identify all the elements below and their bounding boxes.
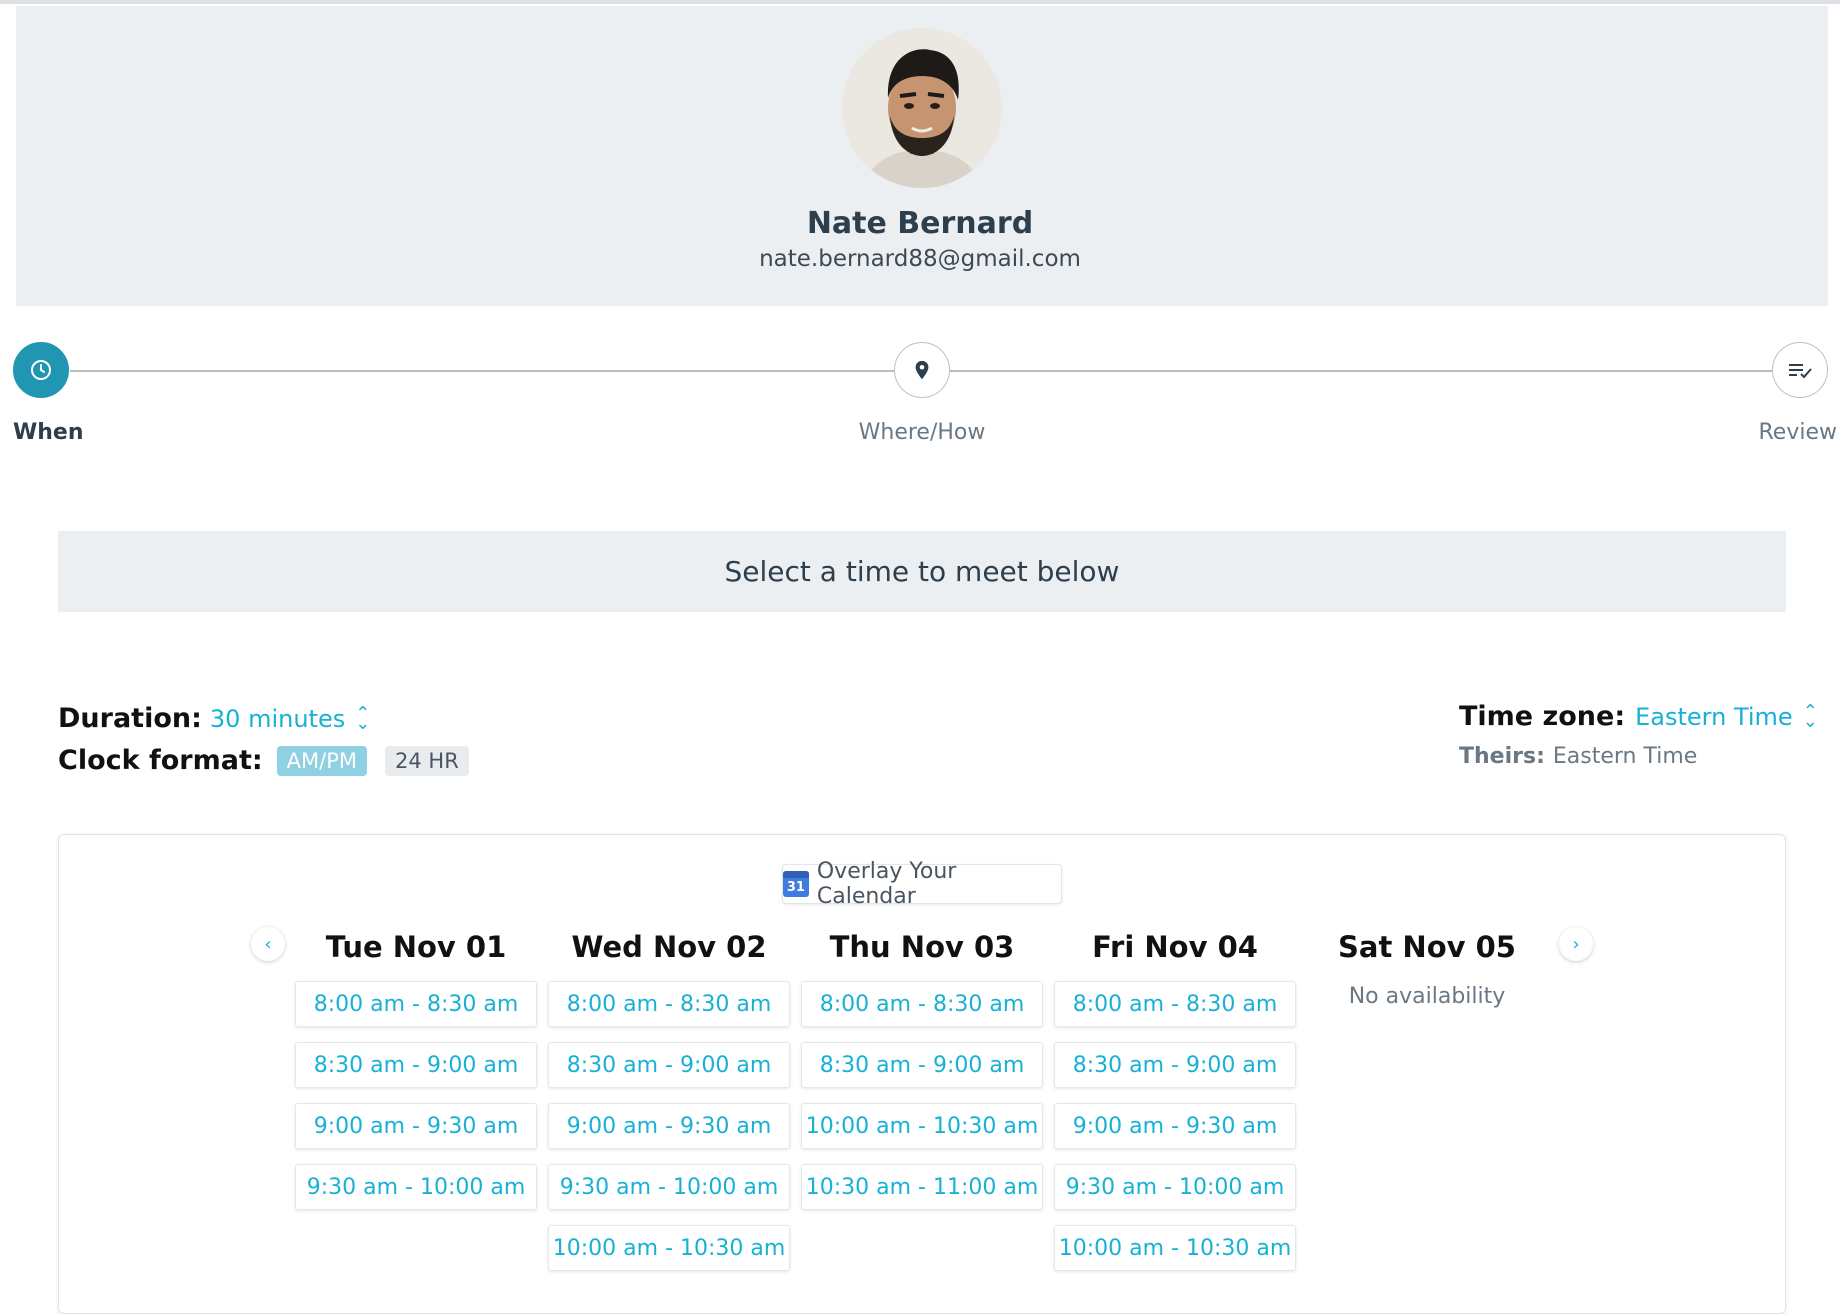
- chevron-left-icon: ‹: [264, 933, 272, 955]
- step-review[interactable]: [1772, 342, 1828, 398]
- stepper-line-1: [70, 370, 894, 372]
- clock-icon: [31, 360, 51, 380]
- time-slot-button[interactable]: 8:00 am - 8:30 am: [295, 981, 537, 1027]
- duration-label: Duration:: [58, 703, 202, 734]
- updown-icon[interactable]: ⌃ ⌄: [1803, 702, 1818, 730]
- 24hr-toggle[interactable]: 24 HR: [385, 745, 469, 776]
- day-column: Thu Nov 03 8:00 am - 8:30 am 8:30 am - 9:0…: [801, 928, 1043, 1225]
- time-slot-list: 8:00 am - 8:30 am 8:30 am - 9:00 am 9:00 a…: [295, 981, 537, 1210]
- ampm-toggle[interactable]: AM/PM: [276, 745, 367, 776]
- top-border: [0, 0, 1840, 4]
- host-avatar: [842, 28, 1002, 188]
- duration-select[interactable]: 30 minutes: [210, 705, 345, 733]
- day-column: Wed Nov 02 8:00 am - 8:30 am 8:30 am - 9:0…: [548, 928, 790, 1286]
- stepper-line-2: [950, 370, 1772, 372]
- location-pin-icon: [915, 360, 929, 380]
- step-where-how[interactable]: [894, 342, 950, 398]
- time-slot-button[interactable]: 8:30 am - 9:00 am: [801, 1042, 1043, 1088]
- time-slot-button[interactable]: 9:00 am - 9:30 am: [1054, 1103, 1296, 1149]
- select-time-banner: Select a time to meet below: [58, 531, 1786, 612]
- duration-row: Duration: 30 minutes ⌃ ⌄: [58, 703, 370, 734]
- day-heading: Sat Nov 05: [1338, 930, 1516, 964]
- next-week-button[interactable]: ›: [1559, 927, 1593, 961]
- step-when[interactable]: [13, 342, 69, 398]
- time-slot-button[interactable]: 8:00 am - 8:30 am: [1054, 981, 1296, 1027]
- time-slot-button[interactable]: 8:30 am - 9:00 am: [548, 1042, 790, 1088]
- host-email: nate.bernard88@gmail.com: [759, 246, 1081, 272]
- timezone-select[interactable]: Eastern Time: [1635, 703, 1793, 731]
- time-slot-button[interactable]: 10:00 am - 10:30 am: [548, 1225, 790, 1271]
- time-slot-button[interactable]: 10:00 am - 10:30 am: [1054, 1225, 1296, 1271]
- overlay-calendar-button[interactable]: 31 Overlay Your Calendar: [782, 859, 1062, 909]
- time-slot-button[interactable]: 9:30 am - 10:00 am: [548, 1164, 790, 1210]
- time-slot-button[interactable]: 10:00 am - 10:30 am: [801, 1103, 1043, 1149]
- clock-format-label: Clock format:: [58, 745, 263, 776]
- step-label-where-how: Where/How: [858, 420, 986, 445]
- day-heading: Fri Nov 04: [1092, 930, 1258, 964]
- time-slot-button[interactable]: 9:30 am - 10:00 am: [1054, 1164, 1296, 1210]
- theirs-timezone: Eastern Time: [1552, 744, 1698, 769]
- day-column: Sat Nov 05 No availability: [1306, 928, 1548, 1009]
- checklist-icon: [1789, 364, 1812, 379]
- time-slot-list: 8:00 am - 8:30 am 8:30 am - 9:00 am 9:00 a…: [1054, 981, 1296, 1271]
- avatar-portrait: [842, 28, 1002, 188]
- day-column: Tue Nov 01 8:00 am - 8:30 am 8:30 am - 9:0…: [295, 928, 537, 1225]
- overlay-calendar-label: Overlay Your Calendar: [816, 859, 957, 909]
- step-label-review: Review: [1758, 420, 1838, 445]
- time-slot-button[interactable]: 8:30 am - 9:00 am: [1054, 1042, 1296, 1088]
- clock-format-row: Clock format: AM/PM 24 HR: [58, 745, 469, 776]
- host-name: Nate Bernard: [806, 206, 1034, 241]
- time-slot-button[interactable]: 10:30 am - 11:00 am: [801, 1164, 1043, 1210]
- theirs-row: Theirs: Eastern Time: [1459, 744, 1697, 769]
- updown-icon[interactable]: ⌃ ⌄: [355, 704, 370, 732]
- day-heading: Thu Nov 03: [829, 930, 1015, 964]
- step-label-when: When: [13, 420, 84, 445]
- time-slot-button[interactable]: 9:00 am - 9:30 am: [295, 1103, 537, 1149]
- theirs-label: Theirs:: [1459, 744, 1545, 769]
- day-column: Fri Nov 04 8:00 am - 8:30 am 8:30 am - 9:0…: [1054, 928, 1296, 1286]
- time-slot-button[interactable]: 8:00 am - 8:30 am: [801, 981, 1043, 1027]
- timezone-row: Time zone: Eastern Time ⌃ ⌄: [1459, 701, 1818, 732]
- timezone-label: Time zone:: [1459, 701, 1626, 732]
- time-slot-button[interactable]: 9:00 am - 9:30 am: [548, 1103, 790, 1149]
- time-slot-list: 8:00 am - 8:30 am 8:30 am - 9:00 am 10:00 …: [801, 981, 1043, 1210]
- day-heading: Tue Nov 01: [325, 930, 507, 964]
- time-slot-button[interactable]: 8:00 am - 8:30 am: [548, 981, 790, 1027]
- time-slot-list: 8:00 am - 8:30 am 8:30 am - 9:00 am 9:00 a…: [548, 981, 790, 1271]
- no-availability-text: No availability: [1348, 984, 1506, 1009]
- day-heading: Wed Nov 02: [571, 930, 767, 964]
- prev-week-button[interactable]: ‹: [251, 927, 285, 961]
- google-calendar-icon: 31: [783, 871, 809, 897]
- chevron-right-icon: ›: [1572, 933, 1580, 955]
- time-slot-button[interactable]: 9:30 am - 10:00 am: [295, 1164, 537, 1210]
- time-slot-button[interactable]: 8:30 am - 9:00 am: [295, 1042, 537, 1088]
